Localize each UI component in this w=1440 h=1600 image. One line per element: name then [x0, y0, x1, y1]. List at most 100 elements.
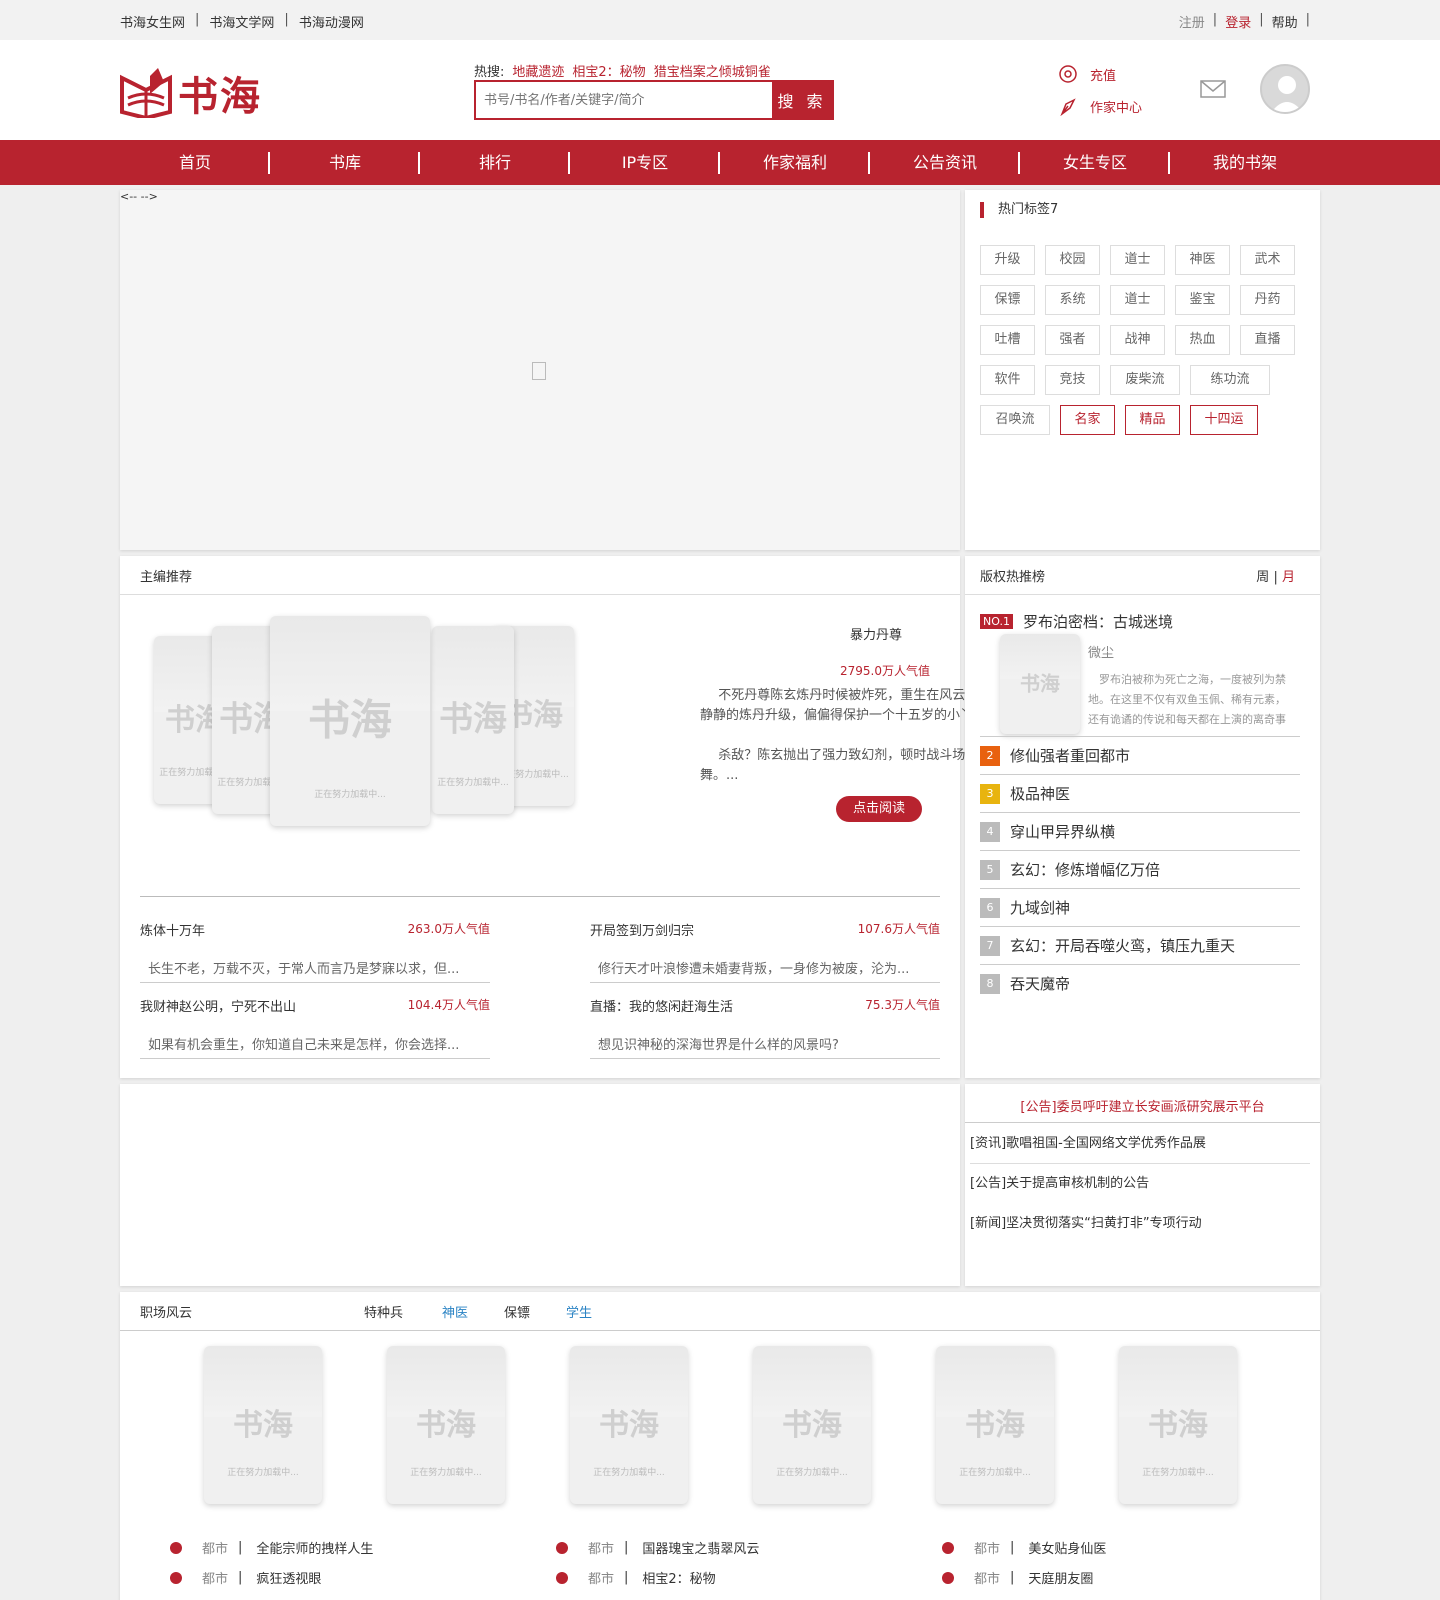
cover-loading-text: 正在努力加载中... [437, 778, 509, 788]
tag-item[interactable]: 鉴宝 [1175, 285, 1230, 315]
tag-item[interactable]: 废柴流 [1110, 365, 1180, 395]
site-logo[interactable]: 书海 [120, 64, 262, 122]
tag-item[interactable]: 道士 [1110, 245, 1165, 275]
hot-keyword[interactable]: 相宝2：秘物 [572, 61, 645, 80]
search-input[interactable] [476, 82, 772, 118]
site-link-comic[interactable]: 书海动漫网 [299, 12, 364, 31]
tag-item[interactable]: 保镖 [980, 285, 1035, 315]
broken-image-icon [532, 362, 546, 380]
cover-logo-text: 书海 [416, 1407, 476, 1443]
tab-doctor[interactable]: 神医 [442, 1302, 468, 1321]
site-link-literature[interactable]: 书海文学网 [209, 12, 274, 31]
nav-item-author-welfare[interactable]: 作家福利 [720, 140, 870, 185]
nav-item-ranking[interactable]: 排行 [420, 140, 570, 185]
tab-special-forces[interactable]: 特种兵 [364, 1302, 403, 1321]
list-item[interactable]: 都市 | 美女贴身仙医 [942, 1538, 1106, 1557]
tag-item[interactable]: 武术 [1240, 245, 1295, 275]
rank-number: 2 [980, 745, 1000, 766]
featured-book-title[interactable]: 暴力丹尊 [850, 624, 902, 643]
nav-item-ip[interactable]: IP专区 [570, 140, 720, 185]
news-item[interactable]: [公告]关于提高审核机制的公告 [970, 1164, 1310, 1204]
recharge-link[interactable]: 充值 [1058, 64, 1142, 84]
list-item[interactable]: 都市 | 疯狂透视眼 [170, 1568, 321, 1587]
nav-item-bookshelf[interactable]: 我的书架 [1170, 140, 1320, 185]
list-item[interactable]: 都市 | 相宝2：秘物 [556, 1568, 716, 1587]
book-cover[interactable]: 书海正在努力加载中... [432, 626, 514, 814]
news-item[interactable]: [资讯]歌唱祖国-全国网络文学优秀作品展 [970, 1124, 1310, 1164]
tag-item[interactable]: 热血 [1175, 325, 1230, 355]
top-bar: 书海女生网 | 书海文学网 | 书海动漫网 注册 | 登录 | 帮助 | [0, 0, 1440, 40]
tag-item[interactable]: 名家 [1060, 405, 1115, 435]
book-cover[interactable]: 书海 正在努力加载中... [387, 1346, 505, 1504]
book-cover[interactable]: 书海 正在努力加载中... [753, 1346, 871, 1504]
hot-keyword[interactable]: 猎宝档案之倾城铜雀 [654, 61, 771, 80]
logo-text: 书海 [178, 74, 262, 120]
tag-item[interactable]: 神医 [1175, 245, 1230, 275]
tag-item[interactable]: 十四运 [1190, 405, 1258, 435]
tag-item[interactable]: 练功流 [1190, 365, 1270, 395]
news-headline[interactable]: [公告]委员呼吁建立长安画派研究展示平台 [965, 1096, 1320, 1115]
book-cover[interactable]: 书海正在努力加载中... [270, 616, 430, 826]
tab-week[interactable]: 周 [1256, 570, 1269, 585]
tag-item[interactable]: 道士 [1110, 285, 1165, 315]
nav-item-home[interactable]: 首页 [120, 140, 270, 185]
search-button[interactable]: 搜 索 [772, 82, 832, 118]
tag-item[interactable]: 战神 [1110, 325, 1165, 355]
hot-keyword[interactable]: 地藏遗迹 [512, 61, 564, 80]
cover-logo-text: 书海 [439, 699, 507, 740]
rank-item[interactable]: 3 极品神医 [980, 774, 1300, 812]
tag-item[interactable]: 竞技 [1045, 365, 1100, 395]
book-cover[interactable]: 书海 正在努力加载中... [204, 1346, 322, 1504]
book-cover[interactable]: 书海 正在努力加载中... [570, 1346, 688, 1504]
list-item[interactable]: 都市 | 国器瑰宝之翡翠风云 [556, 1538, 759, 1557]
tab-bodyguard[interactable]: 保镖 [504, 1302, 530, 1321]
rank-item-1[interactable]: NO.1 罗布泊密档：古城迷境 [980, 611, 1173, 632]
tag-item[interactable]: 吐槽 [980, 325, 1035, 355]
header-links: 充值 作家中心 [1058, 64, 1142, 128]
mail-icon[interactable] [1200, 80, 1226, 98]
divider [965, 594, 1320, 595]
read-button[interactable]: 点击阅读 [836, 796, 922, 822]
divider [120, 1330, 1320, 1331]
nav-item-library[interactable]: 书库 [270, 140, 420, 185]
divider [965, 1122, 1320, 1123]
banner[interactable]: <-- --> [120, 190, 960, 550]
tab-month[interactable]: 月 [1282, 570, 1295, 585]
rank-item[interactable]: 6 九域剑神 [980, 888, 1300, 926]
tag-item[interactable]: 系统 [1045, 285, 1100, 315]
tag-item[interactable]: 召唤流 [980, 405, 1050, 435]
list-item[interactable]: 都市 | 全能宗师的拽样人生 [170, 1538, 373, 1557]
cover-logo-text: 书海 [307, 695, 393, 745]
cover-loading-text: 正在努力加载中... [227, 1468, 299, 1478]
help-link[interactable]: 帮助 [1272, 12, 1298, 31]
author-center-link[interactable]: 作家中心 [1058, 96, 1142, 116]
rank-book-name: 玄幻：开局吞噬火鸾，镇压九重天 [1010, 937, 1236, 955]
tag-item[interactable]: 软件 [980, 365, 1035, 395]
book-cover[interactable]: 书海 [1000, 634, 1080, 734]
tag-item[interactable]: 精品 [1125, 405, 1180, 435]
cover-loading-text: 正在努力加载中... [314, 790, 386, 800]
avatar[interactable] [1260, 64, 1310, 114]
editor-pick-panel: 主编推荐 书海 正在努力加载中... 书海 正在努力加载中... 书海 正在努力加载中..… [120, 556, 1056, 1078]
rank-item[interactable]: 5 玄幻：修炼增幅亿万倍 [980, 850, 1300, 888]
login-link[interactable]: 登录 [1225, 12, 1251, 31]
tag-item[interactable]: 强者 [1045, 325, 1100, 355]
rank-item[interactable]: 2 修仙强者重回都市 [980, 736, 1300, 774]
tag-item[interactable]: 升级 [980, 245, 1035, 275]
nav-item-female[interactable]: 女生专区 [1020, 140, 1170, 185]
tab-student[interactable]: 学生 [566, 1302, 592, 1321]
book-cover[interactable]: 书海 正在努力加载中... [936, 1346, 1054, 1504]
cover-logo-text: 书海 [782, 1407, 842, 1443]
nav-item-news[interactable]: 公告资讯 [870, 140, 1020, 185]
list-item[interactable]: 都市 | 天庭朋友圈 [942, 1568, 1093, 1587]
tag-item[interactable]: 直播 [1240, 325, 1295, 355]
tag-item[interactable]: 校园 [1045, 245, 1100, 275]
rank-item[interactable]: 8 吞天魔帝 [980, 964, 1300, 1002]
site-link-female[interactable]: 书海女生网 [120, 12, 185, 31]
rank-item[interactable]: 4 穿山甲异界纵横 [980, 812, 1300, 850]
tag-item[interactable]: 丹药 [1240, 285, 1295, 315]
news-item[interactable]: [新闻]坚决贯彻落实“扫黄打非”专项行动 [970, 1204, 1310, 1244]
book-cover[interactable]: 书海 正在努力加载中... [1119, 1346, 1237, 1504]
rank-item[interactable]: 7 玄幻：开局吞噬火鸾，镇压九重天 [980, 926, 1300, 964]
register-link[interactable]: 注册 [1179, 12, 1205, 31]
